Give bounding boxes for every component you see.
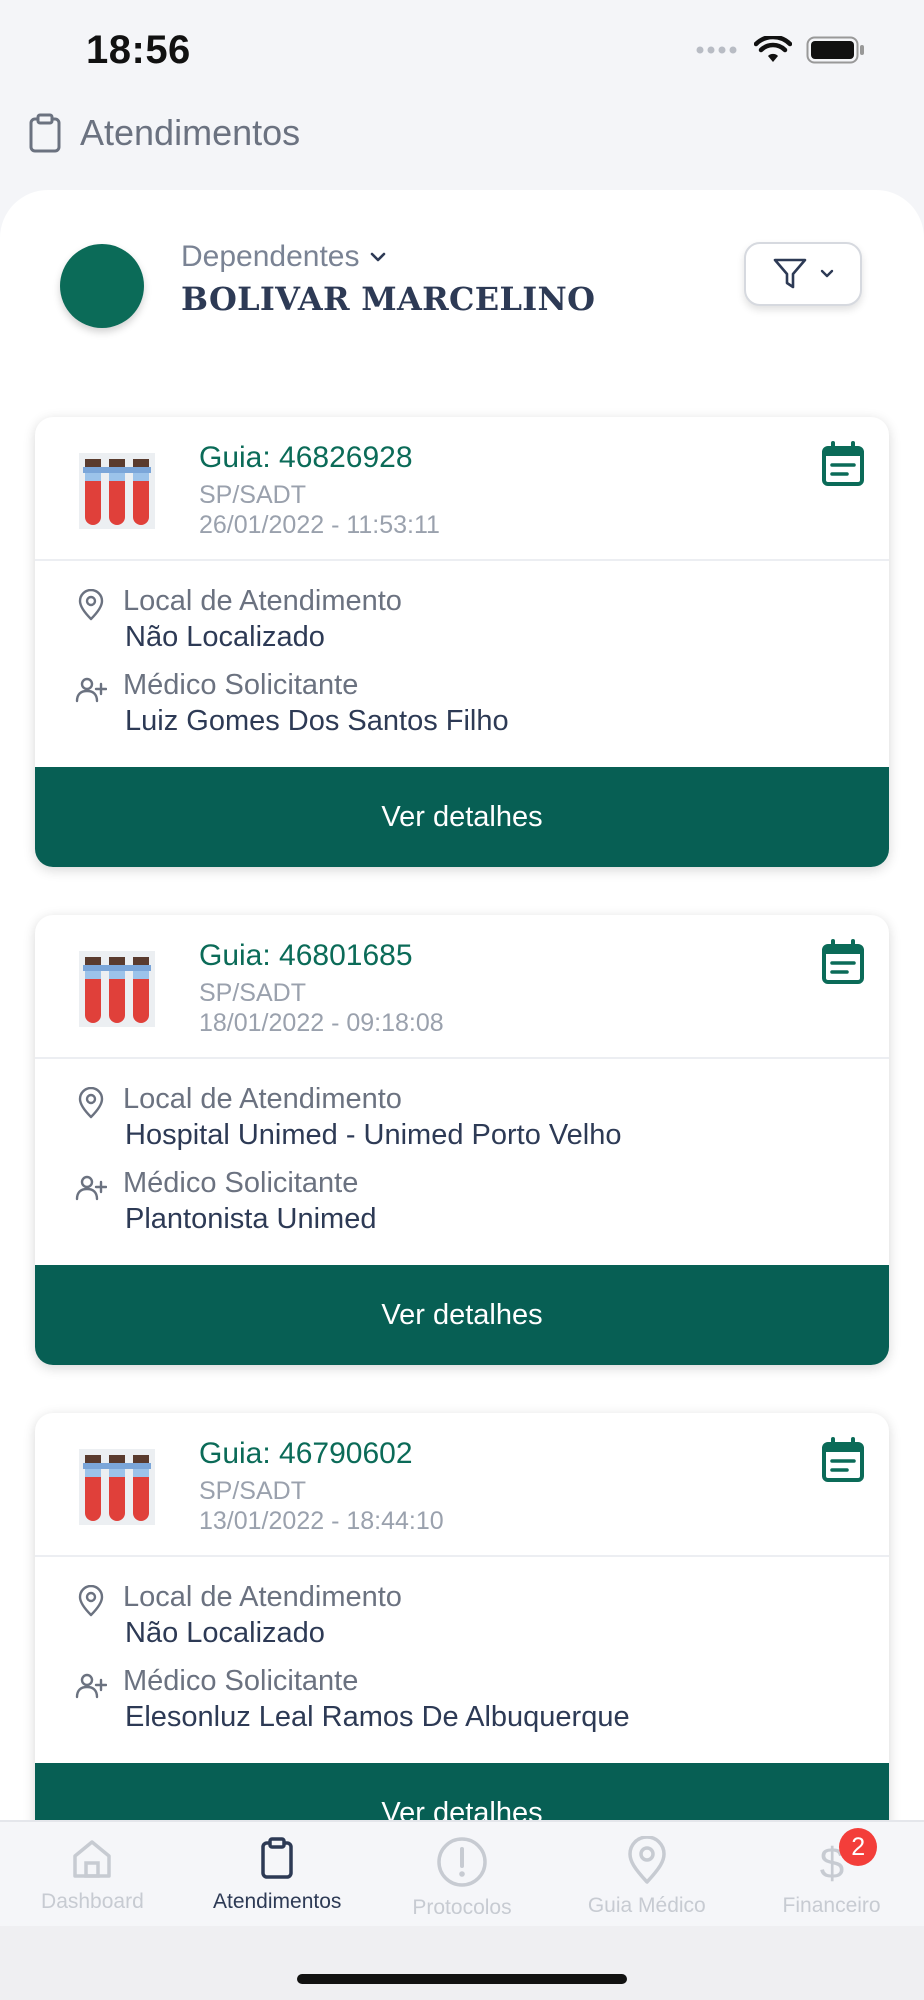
card-header: Guia: 46801685 SP/SADT 18/01/2022 - 09:1… (35, 915, 889, 1059)
location-label: Local de Atendimento (123, 1083, 402, 1115)
atendimento-card: Guia: 46790602 SP/SADT 13/01/2022 - 18:4… (35, 1413, 889, 1820)
calendar-icon[interactable] (821, 1437, 865, 1483)
status-bar: 18:56 (0, 0, 924, 100)
tab-protocolos[interactable]: Protocolos (370, 1822, 555, 1926)
member-name: BOLIVAR MARCELINO (181, 280, 596, 318)
ver-detalhes-button[interactable]: Ver detalhes (35, 767, 889, 867)
dependents-label: Dependentes (181, 240, 360, 273)
tab-financeiro[interactable]: $ 2 Financeiro (739, 1822, 924, 1926)
battery-icon (806, 36, 864, 64)
tab-label: Atendimentos (212, 1890, 342, 1913)
location-label: Local de Atendimento (123, 585, 402, 617)
guia-datetime: 13/01/2022 - 18:44:10 (199, 1507, 444, 1535)
user-plus-icon (75, 677, 107, 703)
guia-number: Guia: 46826928 (199, 441, 413, 474)
signal-icon (696, 46, 737, 54)
test-tubes-icon (79, 951, 155, 1027)
status-icons (696, 36, 866, 64)
location-label: Local de Atendimento (123, 1581, 402, 1613)
atendimento-card: Guia: 46826928 SP/SADT 26/01/2022 - 11:5… (35, 417, 889, 867)
doctor-label: Médico Solicitante (123, 1167, 359, 1199)
tab-label: Protocolos (412, 1896, 512, 1919)
doctor-label: Médico Solicitante (123, 1665, 359, 1697)
tab-label: Dashboard (41, 1890, 144, 1913)
user-plus-icon (75, 1673, 107, 1699)
page-title: Atendimentos (80, 112, 301, 153)
filter-icon (773, 258, 807, 289)
doctor-value: Elesonluz Leal Ramos De Albuquerque (125, 1701, 630, 1733)
filter-button[interactable] (744, 242, 862, 306)
tab-atendimentos[interactable]: Atendimentos (185, 1822, 370, 1926)
doctor-value: Plantonista Unimed (125, 1203, 377, 1235)
notification-badge: 2 (839, 1828, 878, 1866)
map-pin-icon (628, 1836, 666, 1884)
ver-detalhes-button[interactable]: Ver detalhes (35, 1265, 889, 1365)
tab-dashboard[interactable]: Dashboard (0, 1822, 185, 1926)
guia-type: SP/SADT (199, 481, 306, 509)
test-tubes-icon (79, 453, 155, 529)
guia-datetime: 18/01/2022 - 09:18:08 (199, 1009, 444, 1037)
profile-header: Dependentes BOLIVAR MARCELINO (60, 240, 880, 340)
tab-label: Guia Médico (587, 1894, 706, 1917)
guia-number: Guia: 46801685 (199, 939, 413, 972)
home-icon (73, 1840, 112, 1878)
atendimento-card: Guia: 46801685 SP/SADT 18/01/2022 - 09:1… (35, 915, 889, 1365)
card-header: Guia: 46790602 SP/SADT 13/01/2022 - 18:4… (35, 1413, 889, 1557)
location-pin-icon (78, 1585, 104, 1617)
home-indicator-area (0, 1926, 924, 2000)
calendar-icon[interactable] (821, 939, 865, 985)
guia-type: SP/SADT (199, 1477, 306, 1505)
doctor-label: Médico Solicitante (123, 669, 359, 701)
guia-type: SP/SADT (199, 979, 306, 1007)
ver-detalhes-button[interactable]: Ver detalhes (35, 1763, 889, 1820)
doctor-value: Luiz Gomes Dos Santos Filho (125, 705, 509, 737)
chevron-down-icon (820, 269, 834, 278)
card-header: Guia: 46826928 SP/SADT 26/01/2022 - 11:5… (35, 417, 889, 561)
clipboard-icon (29, 113, 61, 153)
calendar-icon[interactable] (821, 441, 865, 487)
test-tubes-icon (79, 1449, 155, 1525)
guia-number: Guia: 46790602 (199, 1437, 413, 1470)
content-sheet: Dependentes BOLIVAR MARCELINO Guia: 4682… (0, 190, 924, 1820)
clipboard-icon (261, 1837, 293, 1879)
location-value: Hospital Unimed - Unimed Porto Velho (125, 1119, 622, 1151)
chevron-down-icon (371, 252, 386, 262)
avatar[interactable] (60, 244, 144, 328)
app-header: Atendimentos (28, 108, 300, 158)
user-plus-icon (75, 1175, 107, 1201)
wifi-icon (754, 36, 792, 62)
tab-bar: Dashboard Atendimentos Protocolos Guia M… (0, 1820, 924, 1926)
dependents-dropdown[interactable]: Dependentes (181, 240, 387, 274)
alert-circle-icon (437, 1837, 487, 1887)
location-pin-icon (78, 1087, 104, 1119)
location-pin-icon (78, 589, 104, 621)
tab-label: Financeiro (782, 1894, 881, 1917)
location-value: Não Localizado (125, 1617, 325, 1649)
tab-guia-medico[interactable]: Guia Médico (554, 1822, 739, 1926)
home-indicator[interactable] (297, 1974, 627, 1984)
location-value: Não Localizado (125, 621, 325, 653)
status-time: 18:56 (86, 28, 191, 72)
guia-datetime: 26/01/2022 - 11:53:11 (199, 511, 440, 539)
